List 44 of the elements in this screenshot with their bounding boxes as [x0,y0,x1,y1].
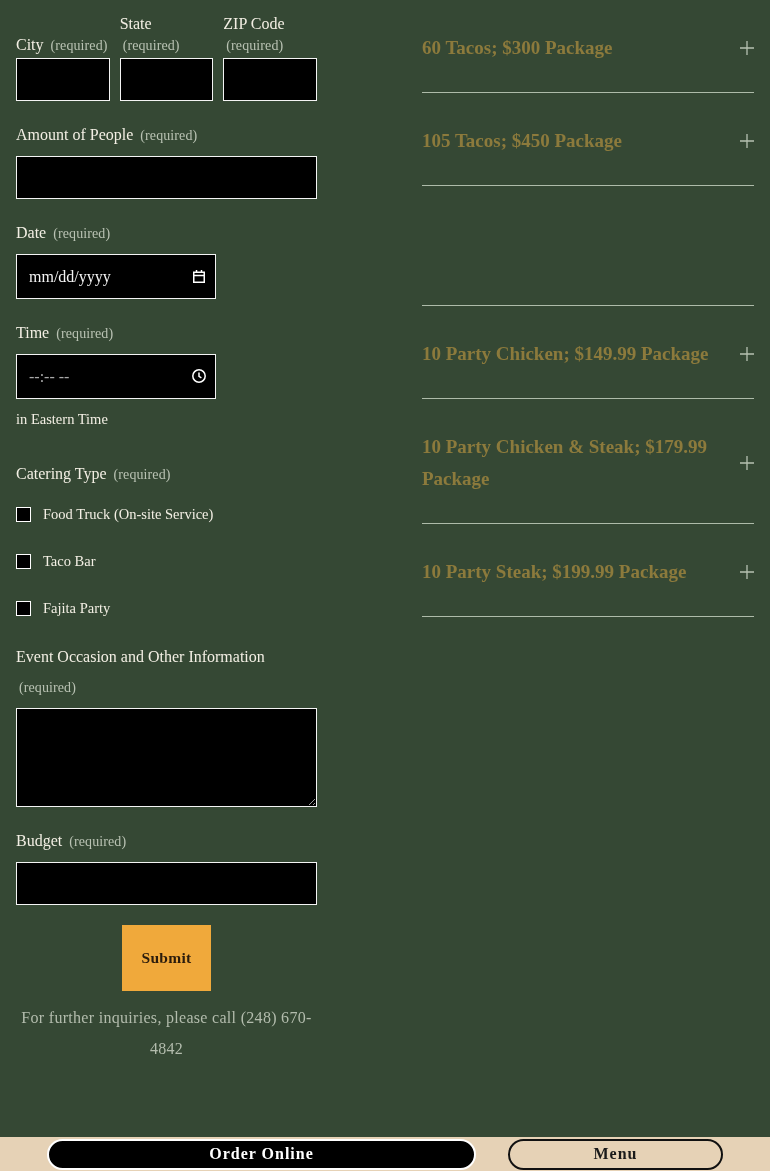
text-field[interactable] [16,862,317,905]
calendar-icon[interactable] [193,270,205,283]
checkbox[interactable] [16,553,31,569]
plus-icon[interactable] [740,456,754,470]
required-note: (required) [140,128,198,143]
required-note: (required) [50,38,108,53]
required-note: (required) [56,326,114,341]
text-field[interactable] [16,156,317,199]
plus-icon[interactable] [740,41,754,55]
plus-icon[interactable] [740,134,754,148]
time-field[interactable]: --:-- -- [16,354,216,399]
field-label: Amount of People [16,126,134,143]
checkbox[interactable] [16,506,31,522]
required-note: (required) [226,38,284,53]
field-label: Catering Type [16,465,107,482]
option-label[interactable]: Fajita Party [43,599,111,617]
required-note: (required) [113,467,171,482]
option-label[interactable]: Food Truck (On-site Service) [43,505,214,523]
field-label: ZIP Code [223,15,285,32]
submit-button[interactable]: Submit [122,925,211,991]
clock-icon[interactable] [192,369,206,383]
field-label: Time [16,324,50,341]
required-note: (required) [122,38,180,53]
inquiry-note: For further inquiries, please call (248) 670-4842 [20,1008,313,1059]
text-area[interactable] [16,708,317,807]
plus-icon[interactable] [740,347,754,361]
text-field[interactable] [16,58,110,101]
text-field[interactable] [223,58,317,101]
checkbox[interactable] [16,600,31,616]
date-field[interactable]: mm/dd/yyyy [16,254,216,299]
required-note: (required) [69,834,127,849]
plus-icon[interactable] [740,565,754,579]
field-label: Budget [16,832,63,849]
field-hint: in Eastern Time [16,410,109,429]
field-label: Date [16,224,47,241]
order-button[interactable]: Order Online [47,1138,476,1170]
required-note: (required) [53,226,111,241]
field-label: Event Occasion and Other Information [16,648,265,665]
field-label: City [16,36,44,53]
option-label[interactable]: Taco Bar [43,552,96,570]
field-label: State [119,15,152,32]
menu-button[interactable]: Menu [508,1138,723,1170]
text-field[interactable] [119,58,214,101]
required-note: (required) [19,680,76,695]
